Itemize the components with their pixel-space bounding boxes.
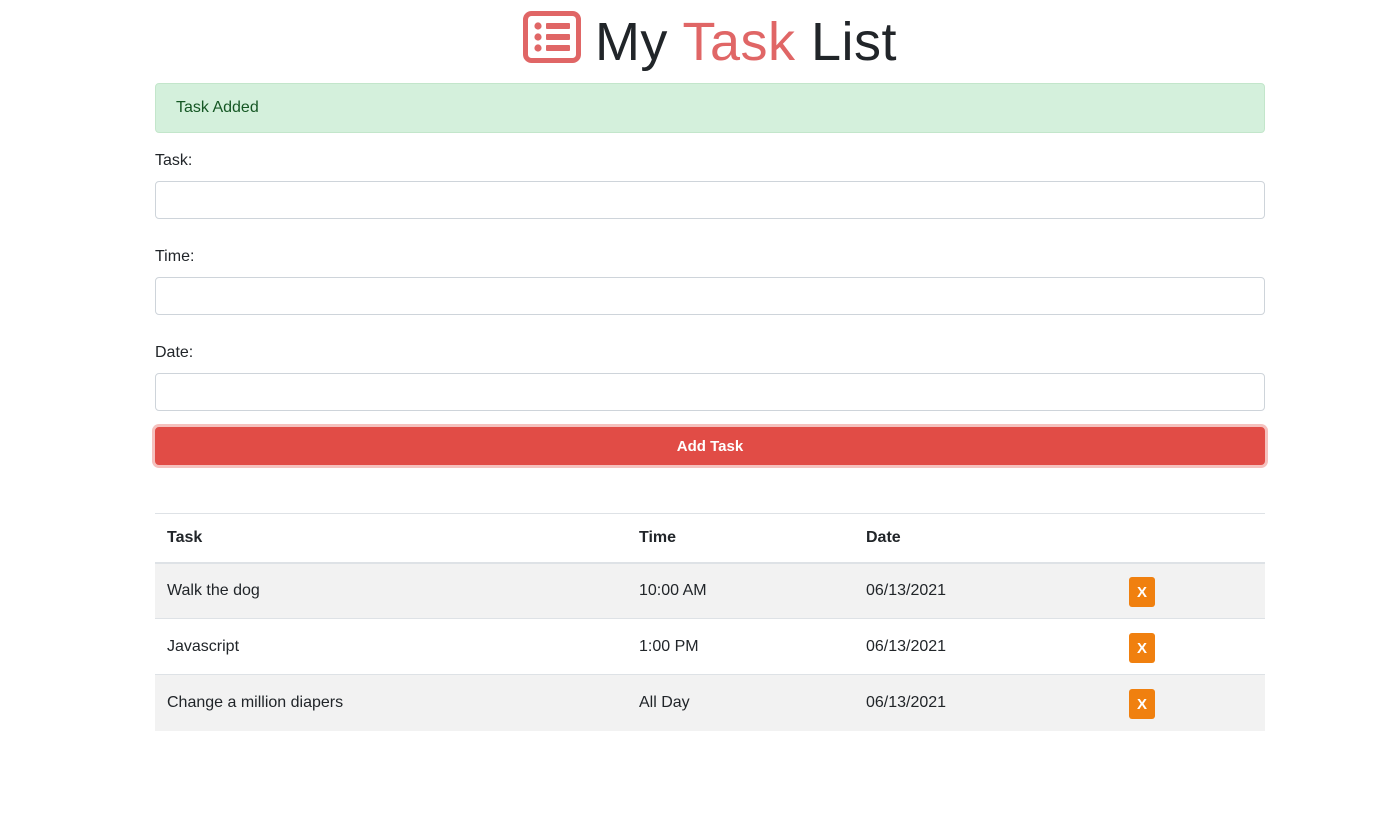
column-header-task: Task xyxy=(155,513,627,564)
task-cell: Javascript xyxy=(155,618,627,675)
task-table-body: Walk the dog 10:00 AM 06/13/2021 X Javas… xyxy=(155,562,1265,731)
date-cell: 06/13/2021 xyxy=(854,562,1117,619)
date-input[interactable] xyxy=(155,373,1265,411)
table-row: Javascript 1:00 PM 06/13/2021 X xyxy=(155,618,1265,675)
add-task-form: Task: Time: Date: Add Task xyxy=(155,151,1265,465)
alert-message: Task Added xyxy=(176,99,259,116)
add-task-button[interactable]: Add Task xyxy=(155,427,1265,465)
table-row: Change a million diapers All Day 06/13/2… xyxy=(155,674,1265,731)
date-label: Date: xyxy=(155,344,194,361)
title-my: My xyxy=(594,11,668,72)
page-title: My Task List xyxy=(595,15,897,69)
task-label: Task: xyxy=(155,152,193,169)
time-cell: 1:00 PM xyxy=(627,618,854,675)
task-table-head: Task Time Date xyxy=(155,513,1265,564)
table-row: Walk the dog 10:00 AM 06/13/2021 X xyxy=(155,562,1265,619)
delete-task-button[interactable]: X xyxy=(1129,689,1155,720)
time-cell: All Day xyxy=(627,674,854,731)
task-input[interactable] xyxy=(155,181,1265,219)
date-cell: 06/13/2021 xyxy=(854,618,1117,675)
title-list: List xyxy=(811,11,898,72)
app-container: My Task List Task Added Task: Time: Date… xyxy=(155,0,1265,731)
success-alert: Task Added xyxy=(155,83,1265,133)
actions-cell: X xyxy=(1117,618,1265,675)
task-cell: Change a million diapers xyxy=(155,674,627,731)
actions-cell: X xyxy=(1117,562,1265,619)
actions-cell: X xyxy=(1117,674,1265,731)
task-cell: Walk the dog xyxy=(155,562,627,619)
list-alt-icon xyxy=(522,10,581,63)
column-header-actions xyxy=(1117,513,1265,564)
table-header-row: Task Time Date xyxy=(155,513,1265,564)
column-header-time: Time xyxy=(627,513,854,564)
date-field-group: Date: xyxy=(155,343,1265,411)
column-header-date: Date xyxy=(854,513,1117,564)
title-task: Task xyxy=(682,11,796,72)
time-field-group: Time: xyxy=(155,247,1265,315)
delete-task-button[interactable]: X xyxy=(1129,633,1155,663)
task-field-group: Task: xyxy=(155,151,1265,219)
task-table: Task Time Date Walk the dog 10:00 AM 06/… xyxy=(155,513,1265,731)
time-cell: 10:00 AM xyxy=(627,562,854,619)
time-label: Time: xyxy=(155,248,195,265)
time-input[interactable] xyxy=(155,277,1265,315)
delete-task-button[interactable]: X xyxy=(1129,577,1155,608)
app-header: My Task List xyxy=(155,0,1265,83)
date-cell: 06/13/2021 xyxy=(854,674,1117,731)
